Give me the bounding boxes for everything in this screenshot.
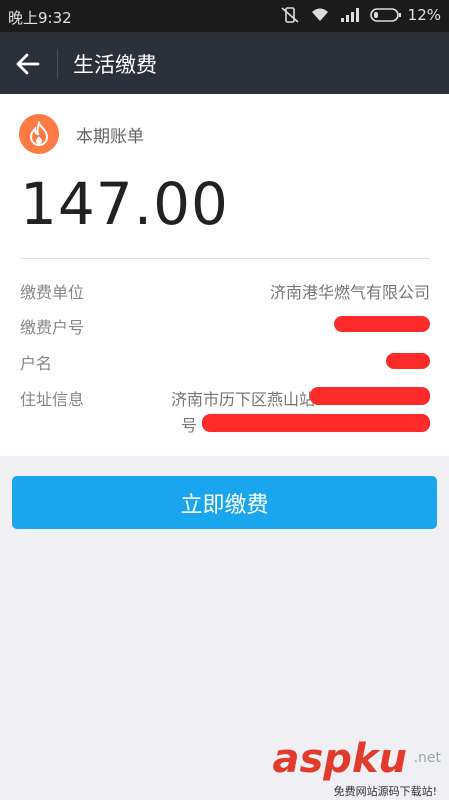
wifi-icon (311, 8, 328, 21)
vibrate-off-icon (281, 7, 299, 23)
info-row-payee: 缴费单位 济南港华燃气有限公司 (20, 279, 430, 303)
bill-section-label: 本期账单 (76, 127, 144, 147)
app-bar-divider (57, 49, 58, 79)
redaction-mark (386, 353, 430, 369)
info-row-account-number: 缴费户号 (20, 314, 430, 338)
status-icons: 12% (280, 6, 441, 24)
page-title: 生活缴费 (73, 53, 157, 77)
signal-icon (340, 8, 359, 22)
pay-now-button[interactable]: 立即缴费 (12, 476, 437, 529)
row-label: 户名 (20, 354, 53, 373)
app-bar: 生活缴费 (0, 32, 449, 94)
status-bar: 晚上9:32 12% (0, 0, 449, 32)
redaction-mark (334, 316, 430, 332)
watermark: aspku .net 免费网站源码下载站! (265, 736, 445, 798)
bill-amount: 147.00 (20, 170, 229, 238)
address-line-2: 号 (181, 416, 198, 435)
status-time: 晚上9:32 (8, 9, 72, 27)
battery-icon (369, 8, 401, 22)
watermark-tagline: 免费网站源码下载站! (333, 785, 437, 798)
redaction-mark (310, 387, 430, 405)
info-row-account-name: 户名 (20, 350, 430, 374)
divider (20, 258, 430, 259)
info-row-address: 住址信息 济南市历下区燕山站 号 (20, 386, 430, 438)
row-label: 住址信息 (20, 390, 85, 409)
address-line-1: 济南市历下区燕山站 (171, 390, 316, 409)
row-label: 缴费单位 (20, 283, 85, 302)
row-label: 缴费户号 (20, 318, 85, 337)
redaction-mark (202, 414, 430, 432)
arrow-left-icon (16, 53, 40, 75)
row-value: 济南港华燃气有限公司 (269, 283, 430, 302)
battery: 12% (369, 6, 441, 24)
watermark-logo: aspku (272, 736, 407, 782)
bill-card: 本期账单 147.00 缴费单位 济南港华燃气有限公司 缴费户号 户名 住址信息… (0, 94, 449, 456)
watermark-suffix: .net (413, 750, 441, 766)
back-button[interactable] (10, 46, 46, 82)
battery-level: 12% (407, 6, 441, 24)
flame-icon (19, 114, 59, 154)
